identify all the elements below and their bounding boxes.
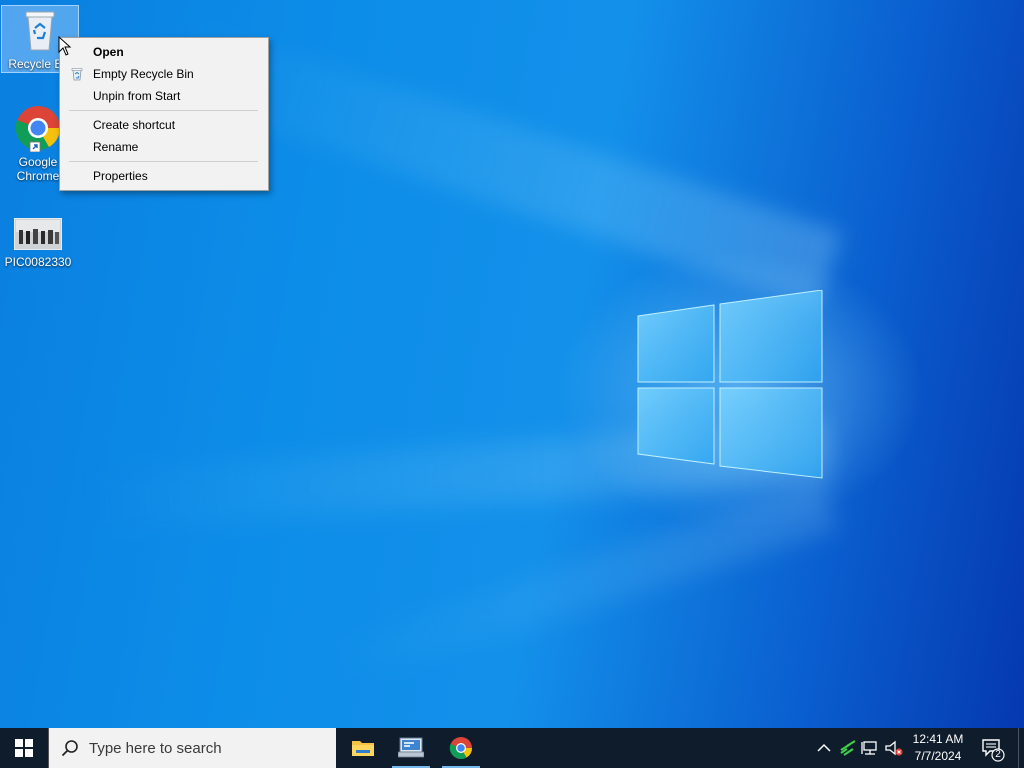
- recycle-bin-small-icon: [71, 68, 83, 81]
- taskbar: Type here to search 12:41 AM 7/7/2024 2: [0, 728, 1024, 768]
- menu-item-label: Empty Recycle Bin: [93, 67, 194, 81]
- mouse-cursor-icon: [58, 36, 72, 56]
- menu-item-empty-recycle-bin[interactable]: Empty Recycle Bin: [60, 63, 268, 85]
- network-icon[interactable]: [861, 738, 881, 758]
- menu-item-properties[interactable]: Properties: [60, 165, 268, 187]
- search-icon: [61, 740, 78, 757]
- menu-item-label: Create shortcut: [93, 118, 176, 132]
- image-thumbnail-icon: [13, 217, 63, 251]
- menu-separator: [69, 110, 258, 111]
- menu-item-open[interactable]: Open: [60, 41, 268, 63]
- chrome-icon: [449, 737, 472, 759]
- taskbar-clock[interactable]: 12:41 AM 7/7/2024: [904, 731, 972, 765]
- notification-count-badge: 2: [995, 749, 1001, 760]
- menu-item-label: Unpin from Start: [93, 89, 181, 103]
- windows-wallpaper-logo: [637, 290, 823, 479]
- clock-time: 12:41 AM: [912, 732, 964, 746]
- menu-item-label: Properties: [93, 169, 148, 183]
- menu-item-label: Rename: [93, 140, 139, 154]
- chrome-icon: [15, 106, 60, 153]
- search-placeholder: Type here to search: [89, 740, 222, 757]
- desktop-icon-pic0082330[interactable]: PIC0082330: [0, 217, 76, 269]
- menu-item-create-shortcut[interactable]: Create shortcut: [60, 114, 268, 136]
- action-center-button[interactable]: 2: [980, 736, 1006, 762]
- light-beam: [318, 481, 838, 693]
- network-activity-icon[interactable]: [838, 738, 858, 758]
- taskbar-app-control-panel[interactable]: [388, 728, 434, 768]
- menu-item-rename[interactable]: Rename: [60, 136, 268, 158]
- taskbar-search-box[interactable]: Type here to search: [48, 728, 336, 768]
- file-explorer-icon: [352, 741, 374, 756]
- taskbar-app-google-chrome[interactable]: [438, 728, 484, 768]
- context-menu: Open Empty Recycle Bin Unpin from Start …: [59, 37, 269, 191]
- menu-separator: [69, 161, 258, 162]
- windows-start-icon: [15, 739, 33, 757]
- menu-item-unpin-from-start[interactable]: Unpin from Start: [60, 85, 268, 107]
- taskbar-app-file-explorer[interactable]: [340, 728, 386, 768]
- notification-icon: [982, 739, 1005, 762]
- start-button[interactable]: [0, 728, 48, 768]
- chevron-up-icon[interactable]: [814, 738, 834, 758]
- show-desktop-button[interactable]: [1018, 728, 1024, 768]
- clock-date: 7/7/2024: [914, 749, 962, 763]
- desktop[interactable]: Recycle Bin Google Chrome PIC0082330 Ope…: [0, 0, 1024, 728]
- volume-muted-icon[interactable]: [884, 738, 904, 758]
- desktop-icon-label: PIC0082330: [4, 255, 72, 269]
- menu-item-label: Open: [93, 45, 124, 59]
- control-panel-icon: [398, 737, 424, 758]
- recycle-bin-icon: [25, 11, 55, 51]
